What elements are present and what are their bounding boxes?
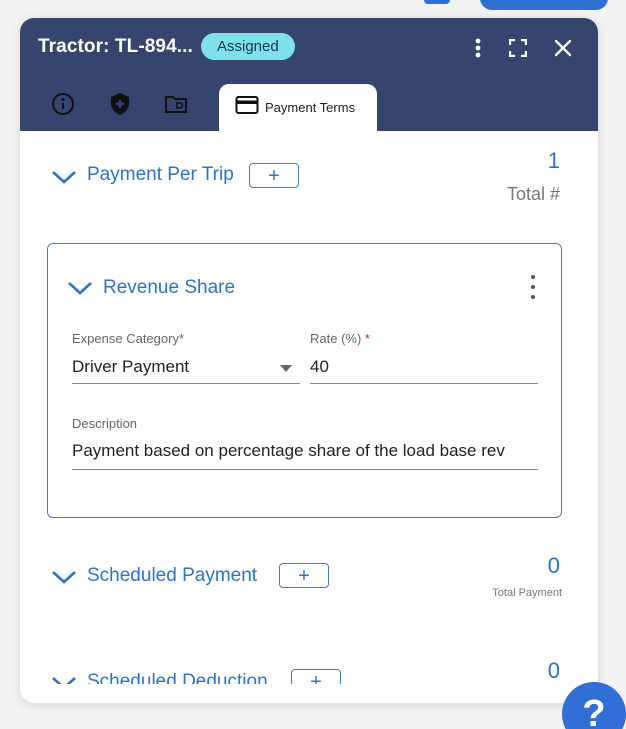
description-underline	[72, 469, 538, 470]
dropdown-arrow-icon[interactable]	[280, 365, 292, 372]
rate-label: Rate (%) *	[310, 331, 370, 346]
add-payment-per-trip-button[interactable]: +	[249, 163, 299, 188]
info-icon[interactable]	[50, 91, 76, 117]
panel-title: Tractor: TL-894...	[38, 36, 193, 57]
revenue-share-title[interactable]: Revenue Share	[103, 277, 235, 299]
tab-label: Payment Terms	[265, 100, 356, 115]
payment-per-trip-count: 1	[547, 148, 560, 173]
payment-per-trip-count-label: Total #	[506, 184, 560, 204]
expense-category-select[interactable]: Driver Payment	[72, 357, 272, 377]
rate-label-text: Rate (%)	[310, 331, 362, 346]
folder-icon[interactable]	[163, 91, 189, 117]
description-label: Description	[72, 416, 138, 431]
tractor-details-panel: Tractor: TL-894... Assigned Payment Term…	[20, 18, 598, 703]
shield-plus-icon[interactable]	[107, 91, 133, 117]
rate-underline	[310, 383, 538, 384]
credit-card-icon	[235, 95, 259, 120]
panel-header: Tractor: TL-894... Assigned Payment Term…	[20, 18, 598, 131]
expense-category-underline	[72, 383, 300, 384]
add-scheduled-deduction-button[interactable]: +	[291, 669, 341, 684]
revenue-share-card: Revenue Share Expense Category* Driver P…	[47, 243, 562, 518]
more-options-icon[interactable]	[466, 36, 490, 60]
scheduled-deduction-count: 0	[547, 658, 560, 683]
expense-category-label: Expense Category*	[72, 331, 185, 346]
scheduled-deduction-title[interactable]: Scheduled Deduction	[87, 671, 268, 684]
fullscreen-icon[interactable]	[506, 36, 530, 60]
chevron-down-icon[interactable]	[51, 169, 77, 185]
scheduled-payment-count: 0	[547, 553, 560, 578]
chevron-down-icon[interactable]	[51, 569, 77, 585]
add-scheduled-payment-button[interactable]: +	[279, 563, 329, 588]
chevron-down-icon[interactable]	[51, 675, 77, 684]
rate-input[interactable]: 40	[310, 357, 536, 377]
required-marker: *	[364, 331, 370, 346]
background-primary-button	[480, 0, 608, 10]
chevron-down-icon[interactable]	[67, 280, 93, 296]
payment-per-trip-title[interactable]: Payment Per Trip	[87, 164, 234, 186]
status-badge: Assigned	[201, 33, 295, 60]
background-button	[424, 0, 450, 4]
description-input[interactable]: Payment based on percentage share of the…	[72, 441, 538, 461]
scheduled-payment-count-label: Total Payment	[492, 587, 562, 599]
tab-payment-terms[interactable]: Payment Terms	[219, 84, 377, 131]
card-more-options-icon[interactable]	[528, 275, 538, 299]
scheduled-payment-title[interactable]: Scheduled Payment	[87, 565, 257, 587]
scheduled-deduction-row: Scheduled Deduction + 0	[20, 648, 598, 684]
close-icon[interactable]	[551, 36, 575, 60]
